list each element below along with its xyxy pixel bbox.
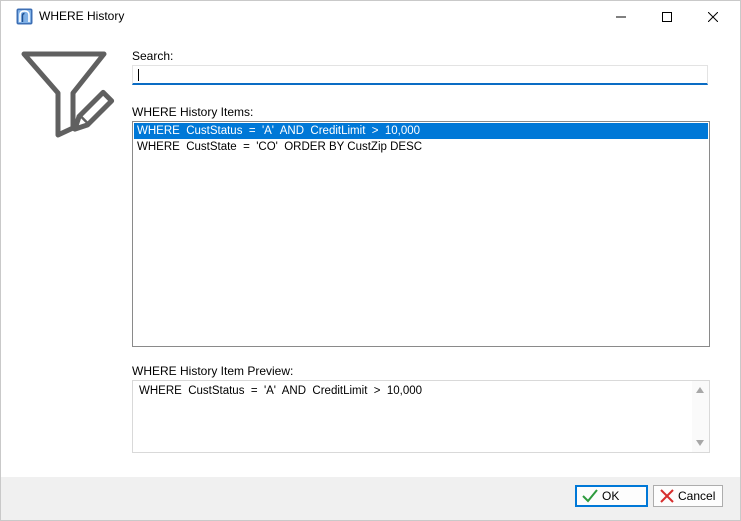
window-title: WHERE History — [39, 9, 125, 23]
cancel-button[interactable]: Cancel — [653, 485, 723, 507]
list-item[interactable]: WHERE CustStatus = 'A' AND CreditLimit >… — [134, 123, 708, 139]
checkmark-icon — [582, 489, 598, 503]
list-item[interactable]: WHERE CustState = 'CO' ORDER BY CustZip … — [134, 139, 708, 155]
maximize-button[interactable] — [644, 1, 690, 32]
ok-label: OK — [602, 489, 620, 503]
where-history-dialog: WHERE History Search: WHERE History Item… — [0, 0, 741, 521]
history-items-list[interactable]: WHERE CustStatus = 'A' AND CreditLimit >… — [132, 121, 710, 347]
close-icon — [708, 11, 718, 22]
title-bar[interactable]: WHERE History — [1, 1, 740, 32]
scroll-down-icon[interactable] — [696, 440, 704, 446]
preview-text: WHERE CustStatus = 'A' AND CreditLimit >… — [139, 385, 423, 397]
dialog-footer: OK Cancel — [1, 477, 740, 520]
preview-label: WHERE History Item Preview: — [132, 364, 294, 378]
funnel-pencil-icon — [21, 51, 115, 138]
x-icon — [660, 489, 674, 503]
maximize-icon — [662, 11, 672, 22]
scroll-up-icon[interactable] — [696, 387, 704, 393]
ok-button[interactable]: OK — [575, 485, 648, 507]
history-item-preview[interactable]: WHERE CustStatus = 'A' AND CreditLimit >… — [132, 380, 710, 453]
minimize-icon — [616, 16, 626, 17]
search-input[interactable] — [132, 65, 708, 85]
text-caret — [138, 69, 139, 81]
minimize-button[interactable] — [598, 1, 644, 32]
cancel-label: Cancel — [678, 489, 716, 503]
history-items-label: WHERE History Items: — [132, 105, 254, 119]
search-label: Search: — [132, 49, 174, 63]
preview-scrollbar[interactable] — [692, 381, 709, 452]
close-button[interactable] — [690, 1, 736, 32]
database-filter-icon — [16, 8, 33, 25]
